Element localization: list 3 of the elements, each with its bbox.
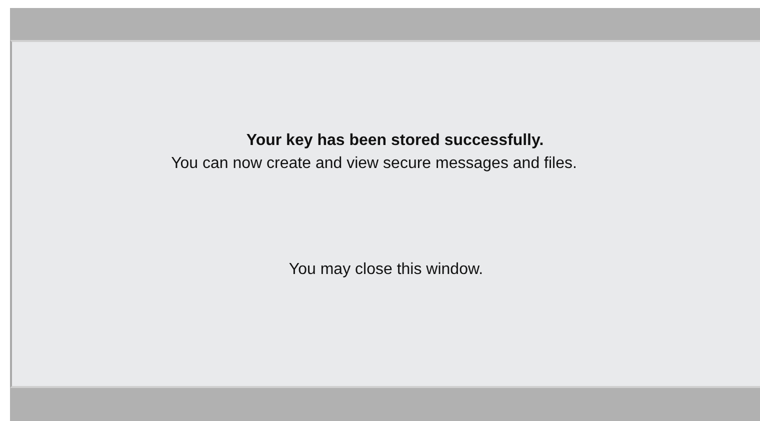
close-note: You may close this window. [288,260,484,280]
detail-text: You can now create and view secure messages and files. [171,154,577,174]
success-heading: Your key has been stored successfully. [246,131,544,151]
